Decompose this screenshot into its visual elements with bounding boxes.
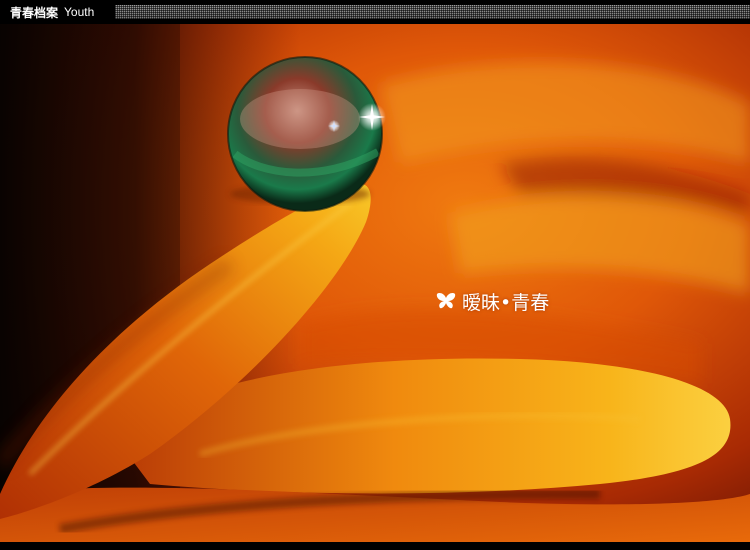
hero-photo: 暧昧•青春 xyxy=(0,24,750,542)
page: 青春档案 Youth 暧昧•青春 xyxy=(0,0,750,550)
site-title: 青春档案 Youth xyxy=(10,4,94,20)
site-title-english: Youth xyxy=(64,5,95,19)
top-bar: 青春档案 Youth xyxy=(0,0,750,24)
bottom-bar xyxy=(0,542,750,550)
header-pattern-strip xyxy=(115,5,750,19)
photo-illustration xyxy=(0,24,750,542)
butterfly-icon xyxy=(436,293,456,309)
photo-caption: 暧昧•青春 xyxy=(436,289,550,314)
site-title-chinese: 青春档案 xyxy=(10,5,59,20)
caption-text: 暧昧•青春 xyxy=(462,291,550,314)
